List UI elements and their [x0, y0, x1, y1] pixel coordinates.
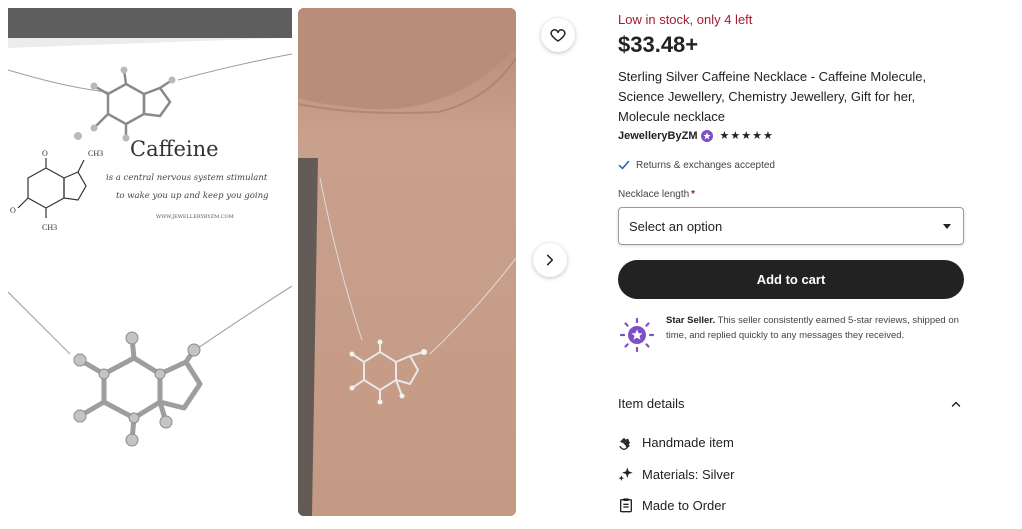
star-seller-info: Star Seller. This seller consistently ea…	[618, 313, 964, 354]
star-seller-badge-icon	[701, 130, 714, 142]
detail-materials: Materials: Silver	[618, 466, 734, 482]
star-rating[interactable]: ★ ★ ★ ★ ★	[719, 129, 773, 142]
thumbnail-column: CH3 CH3 O O Caffeine is a central nervous …	[8, 8, 292, 521]
card-line-2: to wake you up and keep you going	[116, 191, 269, 201]
heart-icon	[550, 29, 566, 42]
star-icon: ★	[730, 129, 741, 142]
next-image-button[interactable]	[533, 243, 567, 277]
clipboard-icon	[620, 498, 632, 513]
card-word: Caffeine	[130, 137, 219, 161]
detail-handmade: Handmade item	[618, 434, 734, 450]
checkmark-icon	[618, 160, 630, 170]
star-icon: ★	[719, 129, 730, 142]
pendant-photo	[8, 262, 292, 521]
card-url: WWW.JEWELLERYBYZM.COM	[156, 214, 234, 220]
thumbnail-pendant-photo[interactable]	[8, 262, 292, 521]
stock-status: Low in stock, only 4 left	[618, 12, 753, 27]
price: $33.48+	[618, 32, 699, 57]
model-wearing-necklace-photo	[298, 8, 516, 516]
svg-text:O: O	[10, 206, 16, 215]
svg-text:O: O	[42, 149, 48, 158]
detail-label: Materials: Silver	[642, 466, 735, 482]
star-seller-title: Star Seller.	[666, 315, 716, 326]
hand-icon	[619, 438, 630, 450]
add-to-cart-button[interactable]: Add to cart	[618, 260, 964, 299]
star-icon: ★	[762, 129, 773, 142]
star-seller-text: Star Seller. This seller consistently ea…	[666, 313, 964, 354]
item-details-heading: Item details	[618, 396, 685, 411]
main-product-photo[interactable]	[298, 8, 516, 516]
star-icon: ★	[741, 129, 752, 142]
card-photo: CH3 CH3 O O Caffeine is a central nervous …	[8, 8, 292, 260]
returns-text: Returns & exchanges accepted	[636, 159, 775, 171]
required-mark: *	[691, 189, 696, 200]
returns-policy: Returns & exchanges accepted	[618, 159, 775, 171]
card-line-1: is a central nervous system stimulant	[106, 173, 268, 183]
detail-made-to-order: Made to Order	[618, 497, 726, 513]
necklace-length-select[interactable]: Select an option	[618, 207, 964, 245]
seller-row: JewelleryByZM ★ ★ ★ ★ ★	[618, 130, 773, 142]
caret-down-icon	[943, 223, 951, 229]
svg-text:CH3: CH3	[42, 223, 57, 232]
svg-text:CH3: CH3	[88, 149, 103, 158]
shop-name-link[interactable]: JewelleryByZM	[618, 130, 697, 142]
detail-label: Handmade item	[642, 434, 734, 450]
option-label-text: Necklace length	[618, 189, 690, 200]
chevron-right-icon	[546, 254, 554, 266]
select-value: Select an option	[629, 218, 723, 234]
thumbnail-card-photo[interactable]: CH3 CH3 O O Caffeine is a central nervous …	[8, 8, 292, 260]
chevron-up-icon	[951, 401, 961, 407]
option-label: Necklace length *	[618, 189, 695, 200]
listing-title: Sterling Silver Caffeine Necklace - Caff…	[618, 69, 927, 124]
star-icon: ★	[752, 129, 762, 142]
favorite-button[interactable]	[541, 18, 575, 52]
star-seller-icon	[619, 317, 655, 353]
item-details-toggle[interactable]: Item details	[618, 396, 964, 411]
detail-label: Made to Order	[642, 497, 726, 513]
sparkle-icon	[618, 467, 633, 481]
